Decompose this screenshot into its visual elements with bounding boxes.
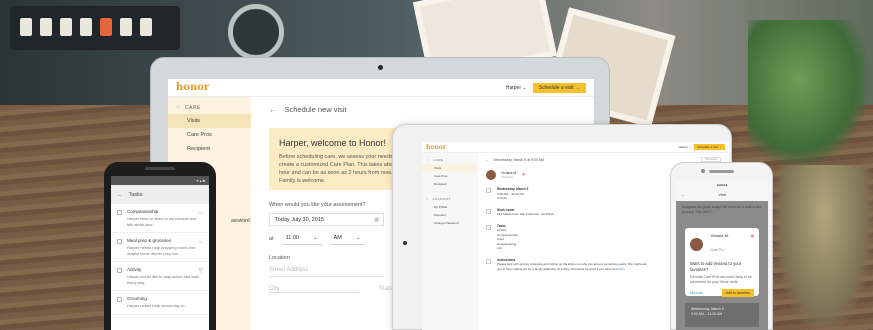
person-icon: ○ xyxy=(426,197,429,201)
sidebar-item-care-pros[interactable]: Care Pros xyxy=(422,172,478,180)
breadcrumb: ← Schedule new visit xyxy=(269,105,576,114)
user-menu[interactable]: Harper ⌄ xyxy=(679,145,692,149)
cooking-pot-icon: ♨ xyxy=(197,239,203,245)
checkbox[interactable] xyxy=(117,210,122,215)
chevron-down-icon: ⌄ xyxy=(312,235,318,241)
dialog-body: Favorite Care Pros are more likely to be… xyxy=(690,275,752,284)
iphone-screen: ●●●●● ← Visit Margaret did great today! … xyxy=(676,181,768,330)
visit-card[interactable]: Wednesday, March 5 9:00 AM – 11:00 AM xyxy=(685,303,759,327)
avatar xyxy=(486,170,496,180)
sidebar-item-payment[interactable]: Payment xyxy=(422,211,478,219)
nav-bar: ← Visit xyxy=(676,189,768,201)
android-screen: ▾ ▴ ■ ← Tasks Companionship Harper likes … xyxy=(111,176,209,330)
iphone-device: ●●●●● ← Visit Margaret did great today! … xyxy=(670,162,773,330)
favorite-dialog: ♥ Viviana M. Care Pro Want to add Viviana… xyxy=(685,228,759,297)
visit-title: Wednesday, March 5 at 9:00 AM xyxy=(493,157,544,162)
tablet-top-bar: honor Harper ⌄ Schedule a visit → xyxy=(422,142,729,153)
not-now-button[interactable]: Not now xyxy=(690,291,703,295)
wall-clock xyxy=(228,4,284,60)
back-arrow-icon[interactable]: ← xyxy=(486,158,490,162)
task-item[interactable]: Companionship Harper likes to listen to o… xyxy=(111,204,209,233)
sidebar-item-recipient[interactable]: Recipient xyxy=(422,180,478,188)
app-bar: ← Tasks xyxy=(111,185,209,204)
status-bar: ▾ ▴ ■ xyxy=(111,176,209,185)
heart-icon[interactable]: ♥ xyxy=(522,172,525,178)
vintage-radio xyxy=(10,6,180,50)
visit-notes: Margaret did great today! We went for a … xyxy=(682,205,762,214)
back-arrow-icon[interactable]: ← xyxy=(117,192,123,198)
sidebar-item-password-cut[interactable]: assword xyxy=(231,218,250,224)
sidebar-item-recipient[interactable]: Recipient xyxy=(168,142,251,156)
checkbox[interactable] xyxy=(117,268,122,273)
sidebar-item-visits[interactable]: Visits xyxy=(168,114,251,128)
edit-tasks-link[interactable]: Edit xyxy=(497,246,502,250)
location-icon xyxy=(486,208,491,214)
city-input[interactable]: City xyxy=(269,286,359,293)
schedule-visit-button[interactable]: Schedule a visit → xyxy=(532,82,586,93)
welcome-title: Harper, welcome to Honor! xyxy=(279,138,387,148)
screen-title: Tasks xyxy=(128,191,143,198)
sidebar-item-care-pros[interactable]: Care Pros xyxy=(168,128,251,142)
checkbox[interactable] xyxy=(117,239,122,244)
ampm-select[interactable]: AM ⌄ xyxy=(329,232,365,245)
laptop-camera xyxy=(378,65,383,70)
phone-camera xyxy=(701,169,705,173)
calendar-icon xyxy=(486,188,491,193)
state-input[interactable]: State xyxy=(379,286,393,293)
plant-bowl xyxy=(775,165,873,330)
sidebar-item-visits[interactable]: Visits xyxy=(422,164,478,172)
heart-icon: ♥ xyxy=(750,234,754,240)
task-item[interactable]: Meal prep & groceries Harper needs help p… xyxy=(111,233,209,262)
time-select[interactable]: 11:00 ⌄ xyxy=(281,232,322,245)
walking-icon: ⚲ xyxy=(198,268,203,274)
status-bar: ●●●●● xyxy=(676,181,768,189)
chat-icon: ▭ xyxy=(197,210,203,216)
add-to-favorites-button[interactable]: Add to favorites xyxy=(721,289,754,297)
dialog-question: Want to add Viviana to your favorites? xyxy=(690,261,742,272)
calendar-icon: ▦ xyxy=(374,217,379,223)
honor-logo[interactable]: honor xyxy=(426,144,446,151)
task-item[interactable]: Grooming Harper needs help showering so xyxy=(111,291,209,315)
street-address-input[interactable]: Street Address xyxy=(269,264,384,277)
screen-title: Visit xyxy=(718,192,726,197)
honor-logo[interactable]: honor xyxy=(176,82,209,93)
page-title: Schedule new visit xyxy=(284,105,347,114)
potted-plant xyxy=(748,20,873,170)
note-icon xyxy=(486,258,491,264)
phone-speaker xyxy=(145,167,175,170)
heart-outline-icon: ♡ xyxy=(426,158,430,162)
checklist-icon xyxy=(486,224,491,230)
schedule-visit-button[interactable]: Schedule a visit → xyxy=(694,144,725,150)
tablet-sidebar: ♡ CARE Visits Care Pros Recipient ○ ACCOUN… xyxy=(422,153,478,330)
sidebar-section-care: ♡ CARE xyxy=(176,105,201,111)
user-menu[interactable]: Harper ⌄ xyxy=(506,85,527,91)
date-field[interactable]: Today July 30, 2015 ▦ xyxy=(269,213,384,226)
avatar xyxy=(690,238,703,251)
sidebar-section-account: ○ ACCOUNT xyxy=(426,197,451,201)
android-phone: ▾ ▴ ■ ← Tasks Companionship Harper likes … xyxy=(104,162,216,330)
back-arrow-icon[interactable]: ← xyxy=(681,192,685,197)
heart-outline-icon: ♡ xyxy=(176,105,181,111)
top-bar: honor Harper ⌄ Schedule a visit → xyxy=(168,79,594,97)
task-item[interactable]: Activity Harper would like to stay active… xyxy=(111,262,209,291)
tablet-home-button xyxy=(403,241,407,245)
sidebar-section-care: ♡ CARE xyxy=(426,158,444,162)
chevron-down-icon: ⌄ xyxy=(355,235,361,241)
sidebar-item-change-password[interactable]: Change Password xyxy=(422,219,478,227)
sidebar-item-my-profile[interactable]: My Profile xyxy=(422,203,478,211)
welcome-body: Before scheduling care, we assess your n… xyxy=(279,154,406,184)
back-arrow-icon[interactable]: ← xyxy=(269,105,277,114)
edit-instructions-link[interactable]: Edit xyxy=(620,267,625,271)
phone-speaker xyxy=(709,170,734,173)
checkbox[interactable] xyxy=(117,297,122,302)
